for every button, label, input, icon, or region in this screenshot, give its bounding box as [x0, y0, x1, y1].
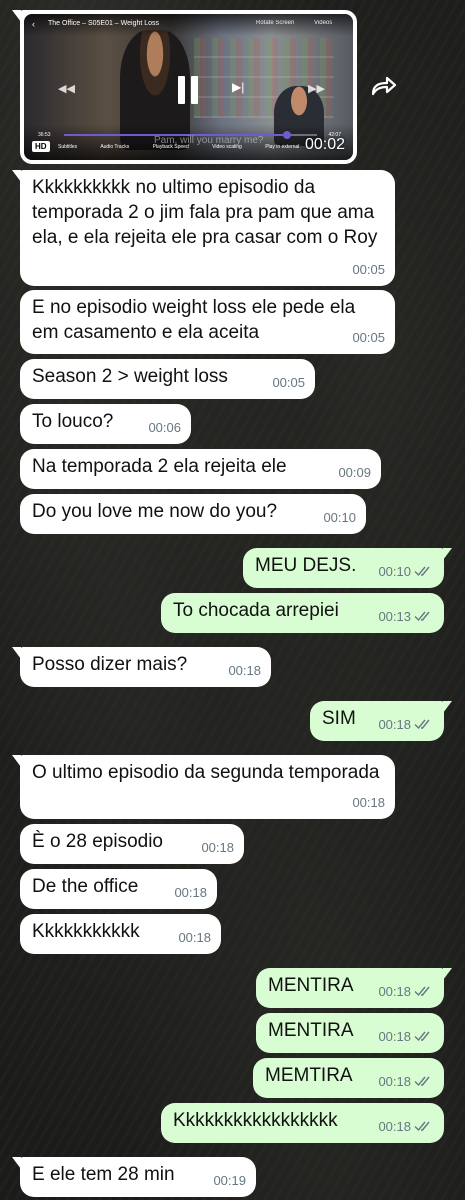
outgoing-message[interactable]: SIM 00:18	[310, 701, 452, 741]
incoming-message[interactable]: Season 2 > weight loss 00:05	[20, 359, 315, 399]
message-timestamp: 00:18	[352, 790, 385, 815]
back-arrow-icon: ‹	[32, 19, 35, 29]
incoming-message[interactable]: E no episodio weight loss ele pede ela e…	[20, 290, 395, 354]
message-time: 00:18	[201, 840, 234, 855]
incoming-message[interactable]: Na temporada 2 ela rejeita ele 00:09	[20, 449, 381, 489]
rotate-screen-label: Rotate Screen	[256, 20, 295, 26]
message-time: 00:10	[323, 510, 356, 525]
outgoing-message[interactable]: MEMTIRA 00:18	[253, 1058, 444, 1098]
video-player-topbar: ‹ The Office – S05E01 – Weight Loss Rota…	[24, 14, 353, 36]
message-text: Do you love me now do you?	[32, 501, 278, 522]
outgoing-message[interactable]: MEU DEJS. 00:10	[243, 548, 452, 588]
message-timestamp: 00:05	[352, 257, 385, 282]
message-time: 00:18	[378, 717, 411, 732]
next-icon: ▶|	[232, 80, 245, 94]
video-player-controls: ◀◀ ▶| ▶▶	[24, 68, 353, 108]
read-ticks-icon	[414, 986, 430, 997]
message-time: 00:19	[213, 1173, 246, 1188]
message-text: E ele tem 28 min	[32, 1164, 175, 1185]
message-time: 00:18	[352, 795, 385, 810]
pause-icon	[176, 76, 200, 104]
rewind-icon: ◀◀	[58, 83, 75, 95]
incoming-message[interactable]: E ele tem 28 min 00:19	[12, 1157, 256, 1197]
message-timestamp: 00:18	[378, 1069, 432, 1094]
video-message[interactable]: ‹ The Office – S05E01 – Weight Loss Rota…	[12, 10, 357, 164]
incoming-message[interactable]: Kkkkkkkkkkk 00:18	[20, 914, 221, 954]
message-time: 00:18	[174, 885, 207, 900]
incoming-message[interactable]: Posso dizer mais? 00:18	[12, 647, 271, 687]
message-timestamp: 00:18	[201, 835, 234, 860]
forward-icon[interactable]	[370, 74, 398, 98]
message-time: 00:05	[272, 375, 305, 390]
outgoing-message[interactable]: MENTIRA 00:18	[256, 1013, 444, 1053]
message-time: 00:13	[378, 609, 411, 624]
message-time: 00:18	[378, 1074, 411, 1089]
audio-tracks-option: Audio Tracks	[100, 144, 130, 150]
message-timestamp: 00:10	[378, 559, 432, 584]
message-time: 00:06	[148, 420, 181, 435]
message-time: 00:18	[378, 1119, 411, 1134]
message-timestamp: 00:05	[352, 325, 385, 350]
videos-label: Videos	[314, 20, 333, 26]
message-timestamp: 00:13	[378, 604, 432, 629]
read-ticks-icon	[414, 611, 430, 622]
message-text: Kkkkkkkkkk no ultimo episodio da tempora…	[32, 177, 378, 248]
seek-bar-knob	[283, 131, 291, 139]
message-time: 00:10	[378, 564, 411, 579]
outgoing-message[interactable]: Kkkkkkkkkkkkkkkkk 00:18	[161, 1103, 444, 1143]
message-time: 00:18	[228, 663, 261, 678]
message-timestamp: 00:18	[228, 658, 261, 683]
message-time: 00:05	[352, 262, 385, 277]
message-timestamp: 00:06	[148, 415, 181, 440]
message-timestamp: 00:18	[378, 712, 432, 737]
message-text: Season 2 > weight loss	[32, 366, 228, 387]
incoming-message[interactable]: Do you love me now do you? 00:10	[20, 494, 366, 534]
outgoing-message[interactable]: To chocada arrepiei 00:13	[161, 593, 444, 633]
video-subtitle: Pam, will you marry me?	[154, 135, 264, 146]
outgoing-message[interactable]: MENTIRA 00:18	[256, 968, 452, 1008]
incoming-message[interactable]: De the office 00:18	[20, 869, 217, 909]
message-timestamp: 00:09	[338, 460, 371, 485]
message-text: Posso dizer mais?	[32, 654, 188, 675]
message-time: 00:09	[338, 465, 371, 480]
play-external-option: Play in external	[265, 144, 300, 150]
message-timestamp: 00:10	[323, 505, 356, 530]
message-text: E no episodio weight loss ele pede ela e…	[32, 297, 356, 343]
message-text: O ultimo episodio da segunda temporada	[32, 762, 380, 783]
read-ticks-icon	[414, 1076, 430, 1087]
message-timestamp: 00:05	[272, 370, 305, 395]
read-ticks-icon	[414, 566, 430, 577]
elapsed-time: 36:53	[38, 132, 51, 138]
message-timestamp: 00:18	[178, 925, 211, 950]
video-duration: 00:02	[304, 136, 345, 153]
message-time: 00:18	[378, 1029, 411, 1044]
subtitles-option: Subtitles	[58, 144, 78, 150]
read-ticks-icon	[414, 1031, 430, 1042]
message-text: Na temporada 2 ela rejeita ele	[32, 456, 287, 477]
message-time: 00:18	[178, 930, 211, 945]
message-timestamp: 00:18	[378, 1024, 432, 1049]
read-ticks-icon	[414, 1121, 430, 1132]
read-ticks-icon	[414, 719, 430, 730]
incoming-message[interactable]: È o 28 episodio 00:18	[20, 824, 244, 864]
video-title: The Office – S05E01 – Weight Loss	[48, 20, 160, 27]
message-timestamp: 00:19	[213, 1168, 246, 1193]
message-timestamp: 00:18	[378, 1114, 432, 1139]
video-thumbnail[interactable]: ‹ The Office – S05E01 – Weight Loss Rota…	[24, 14, 353, 160]
incoming-message[interactable]: O ultimo episodio da segunda temporada 00…	[12, 755, 395, 819]
message-timestamp: 00:18	[378, 979, 432, 1004]
fast-forward-icon: ▶▶	[308, 83, 325, 95]
message-time: 00:18	[378, 984, 411, 999]
message-time: 00:05	[352, 330, 385, 345]
hd-badge: HD	[32, 141, 50, 152]
incoming-message[interactable]: Kkkkkkkkkk no ultimo episodio da tempora…	[12, 170, 395, 286]
video-player-bottombar: 36:53 42:07 HD Subtitles Audio Tracks Pl…	[24, 124, 353, 160]
message-timestamp: 00:18	[174, 880, 207, 905]
incoming-message[interactable]: To louco? 00:06	[20, 404, 191, 444]
